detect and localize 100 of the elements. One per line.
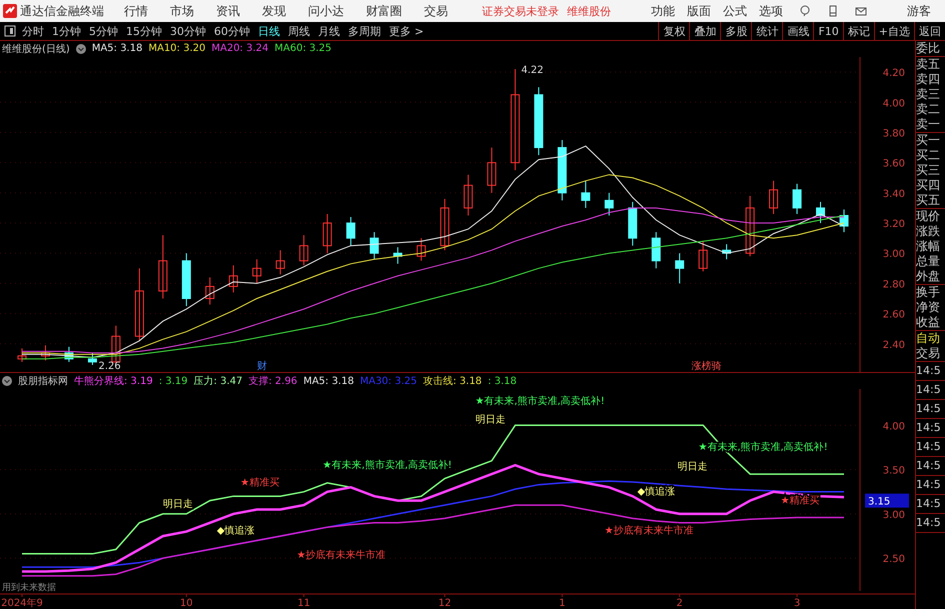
trade-time: 14:5 [916, 476, 945, 495]
sidebar-toggle-icon[interactable] [4, 25, 16, 37]
quote-field-label: 现价 [916, 209, 941, 224]
menu-item[interactable]: 财富圈 [366, 2, 402, 20]
period-tab[interactable]: 日线 [258, 24, 280, 38]
legend-value: MA30: 3.25 [360, 376, 417, 387]
quote-field-label: 总量 [916, 254, 941, 269]
menu-item[interactable]: 问小达 [308, 2, 344, 20]
status-notice[interactable]: 证券交易未登录 [482, 4, 559, 18]
period-tab[interactable]: 更多 > [389, 24, 424, 38]
axis-tick-label: 3.20 [882, 218, 905, 230]
legend-value: MA20: 3.24 [211, 43, 268, 54]
period-tab[interactable]: 周线 [288, 24, 310, 38]
period-tab[interactable]: 1分钟 [52, 24, 81, 38]
event-marker: 涨榜骑 [691, 360, 722, 372]
footnote-text: 用到未来数据 [2, 583, 56, 594]
mail-icon[interactable] [855, 5, 867, 17]
price-extreme-label: 2.26 [98, 360, 121, 372]
trade-time: 14:5 [916, 362, 945, 381]
quote-field-label: 委比 [916, 41, 941, 56]
quote-field-label: 买二 [916, 148, 941, 163]
signal-label: ★有未来,熊市卖准,高卖低补! [322, 460, 452, 472]
trade-mode-label[interactable]: 自动 [916, 331, 945, 346]
quote-field-label: 卖四 [916, 72, 941, 87]
phone-icon[interactable] [827, 5, 839, 17]
chat-icon[interactable] [799, 5, 811, 17]
candlestick [558, 139, 567, 201]
quote-field-label: 收益 [916, 315, 941, 330]
trade-time: 14:5 [916, 438, 945, 457]
candlestick [746, 195, 755, 257]
menu-item[interactable]: 市场 [170, 2, 194, 20]
candlestick [322, 213, 332, 254]
period-tab[interactable]: 分时 [22, 24, 44, 38]
signal-label: ★精准买 [780, 495, 820, 506]
axis-tick-label: 3.80 [882, 128, 905, 140]
candlestick [769, 180, 778, 214]
candlestick [792, 183, 802, 214]
axis-tick-label: 3.00 [882, 510, 905, 522]
stock-title: 维维股份(日线) [2, 42, 70, 56]
period-tab[interactable]: 15分钟 [126, 24, 162, 38]
axis-tick-label: 2.60 [882, 310, 905, 321]
axis-tick-label: 2.80 [882, 279, 905, 290]
period-tab[interactable]: 月线 [318, 24, 340, 38]
date-axis-label: 12 [438, 598, 452, 609]
date-axis-label: 10 [180, 598, 193, 609]
menu-item[interactable]: 版面 [687, 2, 711, 20]
quote-field-label: 外盘 [916, 269, 941, 284]
status-notice[interactable]: 维维股份 [567, 4, 611, 18]
user-label[interactable]: 游客 [907, 2, 931, 20]
candlestick [487, 147, 496, 194]
signal-label: 明日走 [162, 499, 193, 510]
period-tab[interactable]: 5分钟 [89, 24, 118, 38]
menu-item[interactable]: 交易 [424, 2, 448, 20]
period-tab[interactable]: 30分钟 [170, 24, 206, 38]
date-axis-label: 3 [794, 598, 800, 609]
quote-field-label: 涨跌 [916, 224, 941, 239]
menu-item[interactable]: 公式 [723, 2, 747, 20]
period-tab[interactable]: 多周期 [348, 24, 381, 38]
menu-item[interactable]: 选项 [759, 2, 783, 20]
legend-value: MA5: 3.18 [92, 43, 142, 54]
legend-value: 支撑: 2.96 [248, 374, 298, 388]
menu-item[interactable]: 功能 [651, 2, 675, 20]
signal-label: ◆慎追涨 [637, 486, 676, 498]
candlestick [64, 346, 74, 362]
menu-item[interactable]: 资讯 [216, 2, 240, 20]
legend-value: : 3.18 [488, 376, 517, 387]
quote-field-label: 买一 [916, 133, 941, 148]
menu-item[interactable]: 行情 [124, 2, 148, 20]
period-tab[interactable]: 60分钟 [214, 24, 250, 38]
dropdown-icon[interactable] [76, 44, 86, 54]
candlestick [581, 180, 590, 208]
quote-field-label: 卖二 [916, 102, 941, 117]
trade-time: 14:5 [916, 419, 945, 438]
trade-time: 14:5 [916, 457, 945, 476]
quote-field-label: 涨幅 [916, 239, 941, 254]
date-axis-label: 2 [676, 598, 683, 609]
candlestick [252, 258, 262, 284]
quote-field-label: 卖三 [916, 87, 941, 102]
candlestick [816, 201, 826, 224]
trade-mode-label[interactable]: 交易 [916, 346, 945, 361]
app-title: 通达信金融终端 [20, 2, 104, 20]
candlestick [722, 244, 732, 260]
quote-field-label: 卖一 [916, 117, 941, 132]
axis-tick-label: 3.60 [882, 158, 905, 170]
signal-label: ★有未来,熊市卖准,高卖低补! [475, 396, 605, 408]
legend-value: 攻击线: 3.18 [422, 374, 482, 388]
quote-field-label: 买三 [916, 163, 941, 178]
date-axis-label: 11 [297, 598, 310, 609]
axis-tick-label: 2.50 [882, 554, 905, 566]
trade-time: 14:5 [916, 381, 945, 400]
legend-value: 牛熊分界线: 3.19 [74, 374, 153, 388]
dropdown-icon[interactable] [2, 376, 12, 386]
signal-label: 明日走 [677, 462, 708, 473]
legend-value: : 3.19 [158, 376, 188, 387]
date-axis-label: 2024年9 [1, 598, 43, 609]
axis-tick-label: 3.00 [882, 249, 905, 260]
signal-label: ★精准买 [240, 478, 280, 489]
legend-value: MA5: 3.18 [303, 376, 354, 387]
candlestick [205, 276, 214, 305]
menu-item[interactable]: 发现 [262, 2, 286, 20]
